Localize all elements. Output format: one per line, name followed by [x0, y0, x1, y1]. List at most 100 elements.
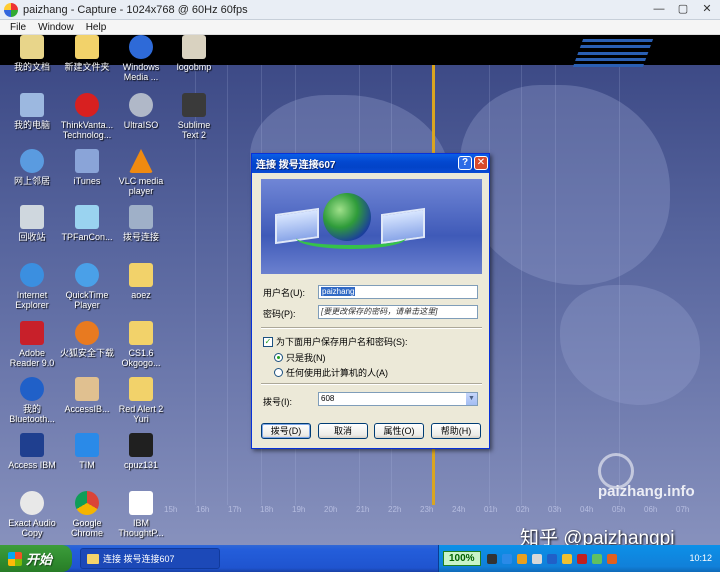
- desktop-icon-label: Access IBM: [8, 460, 56, 470]
- system-clock[interactable]: 10:12: [689, 553, 712, 563]
- media-player-icon: [129, 35, 153, 59]
- divider: [261, 327, 482, 329]
- vlc-icon: [129, 149, 153, 173]
- desktop-icon-label: 回收站: [18, 232, 46, 242]
- desktop-icon-cs16[interactable]: CS1.6 Okgogo...: [109, 321, 173, 368]
- time-zone-line: [555, 65, 556, 505]
- tray-app-icon[interactable]: [561, 553, 572, 564]
- radio-anyone-row: 任何使用此计算机的人(A): [274, 366, 388, 379]
- time-tick: 16h: [196, 505, 210, 514]
- time-zone-line: [227, 65, 228, 505]
- time-tick: 20h: [324, 505, 338, 514]
- network-tray-icon[interactable]: [591, 553, 602, 564]
- desktop-icon-label: aoez: [131, 290, 151, 300]
- access-ibm-icon: [75, 377, 99, 401]
- desktop-icon-ibm-thinkpad[interactable]: IBM ThoughtP...: [109, 491, 173, 538]
- desktop-icon-cpuz[interactable]: cpuz131: [109, 433, 173, 470]
- tray-app-icon[interactable]: [501, 553, 512, 564]
- time-tick: 23h: [420, 505, 434, 514]
- menu-help[interactable]: Help: [86, 22, 107, 33]
- recycle-bin-icon: [20, 205, 44, 229]
- desktop-icon-label: 我的电脑: [13, 120, 50, 130]
- tray-app-icon[interactable]: [486, 553, 497, 564]
- dialog-close-button[interactable]: ✕: [474, 156, 488, 170]
- maximize-button[interactable]: ▢: [674, 2, 692, 16]
- desktop-icon-red-alert[interactable]: Red Alert 2 Yuri: [109, 377, 173, 424]
- dialup-connect-dialog: 连接 拨号连接607 ? ✕ 用户名(U): paizhang 密码(P): […: [251, 153, 490, 449]
- network-icon: [20, 149, 44, 173]
- zhihu-credit: 知乎 @paizhangpi: [520, 528, 675, 545]
- desktop-icon-label: Windows Media ...: [122, 62, 160, 82]
- radio-only-me-label: 只是我(N): [286, 353, 326, 363]
- time-tick: 04h: [580, 505, 594, 514]
- itunes-icon: [75, 149, 99, 173]
- menu-file[interactable]: File: [10, 22, 26, 33]
- bluetooth-tray-icon[interactable]: [546, 553, 557, 564]
- tray-app-icon[interactable]: [516, 553, 527, 564]
- time-tick: 05h: [612, 505, 626, 514]
- radio-only-me[interactable]: [274, 353, 283, 362]
- desktop-icon-label: VLC media player: [118, 176, 164, 196]
- username-field[interactable]: paizhang: [318, 285, 478, 299]
- time-tick: 21h: [356, 505, 370, 514]
- ie-icon: [20, 263, 44, 287]
- time-tick: 01h: [484, 505, 498, 514]
- taskbar: 开始 连接 拨号连接607 100% 10:12: [0, 545, 720, 572]
- desktop-icon-label: UltraISO: [123, 120, 159, 130]
- dialog-help-button[interactable]: ?: [458, 156, 472, 170]
- desktop-icon-vlc[interactable]: VLC media player: [109, 149, 173, 196]
- cancel-button[interactable]: 取消: [318, 423, 368, 439]
- desktop-icon-label: 我的文档: [13, 62, 50, 72]
- password-field[interactable]: [要更改保存的密码，请单击这里]: [318, 305, 478, 319]
- desktop-icon-label: IBM ThoughtP...: [118, 518, 164, 538]
- documents-icon: [20, 35, 44, 59]
- dial-number-row: 拨号(I):: [263, 395, 318, 408]
- taskbar-item-dialup[interactable]: 连接 拨号连接607: [80, 548, 220, 569]
- desktop-icon-label: Red Alert 2 Yuri: [118, 404, 164, 424]
- zoom-level-badge[interactable]: 100%: [443, 551, 481, 566]
- tim-icon: [75, 433, 99, 457]
- desktop-icon-label: CS1.6 Okgogo...: [121, 348, 161, 368]
- desktop-icon-logobmp[interactable]: logobmp: [162, 35, 226, 72]
- quicktime-icon: [75, 263, 99, 287]
- tray-app-icon[interactable]: [576, 553, 587, 564]
- minimize-button[interactable]: —: [650, 2, 668, 16]
- chevron-down-icon[interactable]: ▼: [465, 393, 477, 405]
- time-tick: 07h: [676, 505, 690, 514]
- menu-window[interactable]: Window: [38, 22, 74, 33]
- folder-icon: [129, 263, 153, 287]
- dial-button[interactable]: 拨号(D): [261, 423, 311, 439]
- desktop-icon-label: 网上邻居: [13, 176, 50, 186]
- desktop-icon-aoez[interactable]: aoez: [109, 263, 173, 300]
- time-tick: 18h: [260, 505, 274, 514]
- tray-app-icon[interactable]: [606, 553, 617, 564]
- world-map-shape: [460, 85, 670, 285]
- desktop-icon-label: Internet Explorer: [15, 290, 49, 310]
- help-button[interactable]: 帮助(H): [431, 423, 481, 439]
- time-tick: 22h: [388, 505, 402, 514]
- divider: [261, 383, 482, 385]
- windows-flag-icon: [8, 551, 22, 566]
- ibm-doc-icon: [129, 491, 153, 515]
- desktop-icon-sublime-text[interactable]: Sublime Text 2: [162, 93, 226, 140]
- save-credentials-checkbox[interactable]: ✓: [263, 336, 273, 347]
- radio-only-me-row: 只是我(N): [274, 351, 326, 364]
- dialog-title-bar[interactable]: 连接 拨号连接607: [252, 154, 489, 173]
- desktop-icon-label: TIM: [79, 460, 95, 470]
- tray-app-icon[interactable]: [531, 553, 542, 564]
- capture-window-controls: — ▢ ✕: [650, 2, 716, 16]
- desktop-icon-dialup[interactable]: 拨号连接: [109, 205, 173, 242]
- time-zone-line: [521, 65, 522, 505]
- capture-title-bar: paizhang - Capture - 1024x768 @ 60Hz 60f…: [0, 0, 720, 20]
- dial-number-select[interactable]: 608 ▼: [318, 392, 478, 406]
- password-label: 密码(P):: [263, 309, 296, 319]
- close-button[interactable]: ✕: [698, 2, 716, 16]
- properties-button[interactable]: 属性(O): [374, 423, 424, 439]
- start-button[interactable]: 开始: [0, 545, 72, 572]
- taskbar-item-label: 连接 拨号连接607: [103, 554, 175, 564]
- radio-anyone[interactable]: [274, 368, 283, 377]
- username-row: 用户名(U):: [263, 286, 318, 299]
- desktop-icon-label: ThinkVanta... Technolog...: [60, 120, 114, 140]
- eac-icon: [20, 491, 44, 515]
- chrome-icon: [75, 491, 99, 515]
